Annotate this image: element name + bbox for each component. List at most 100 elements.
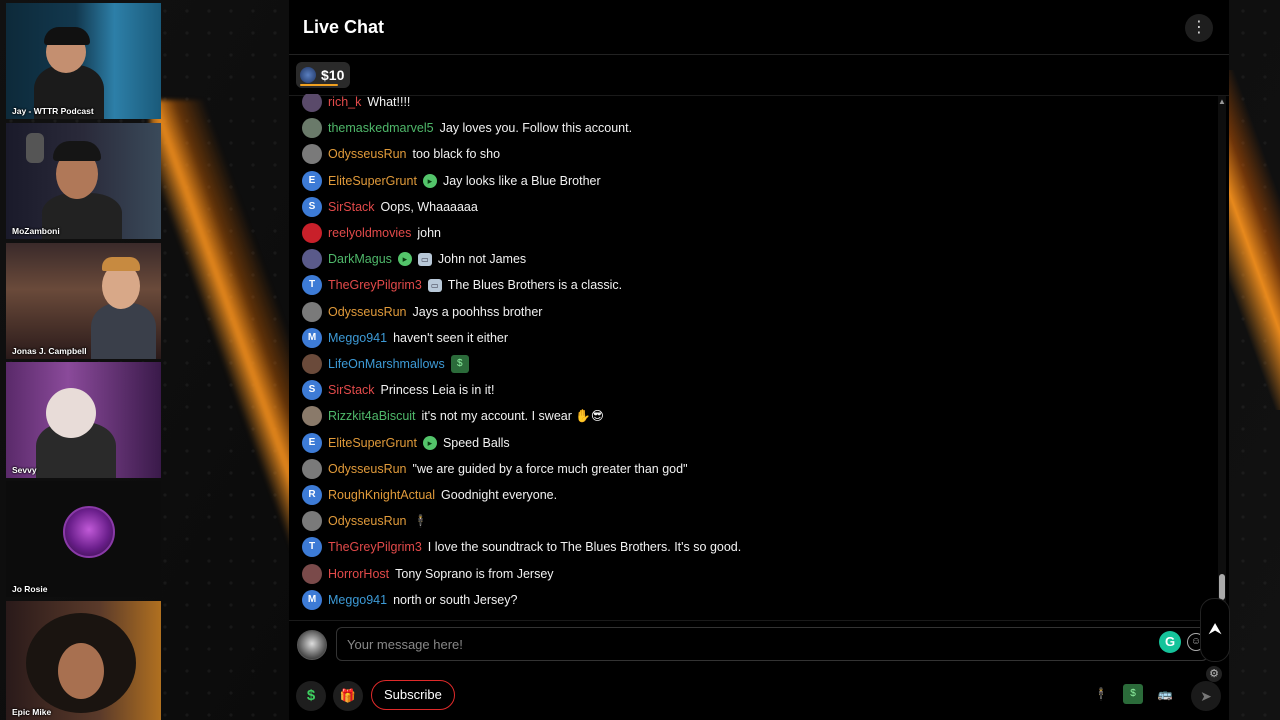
scroll-up-arrow-icon[interactable]: ▲: [1218, 98, 1226, 106]
gear-icon[interactable]: ⚙: [1206, 666, 1222, 682]
tip-bar: $10: [289, 55, 1229, 96]
username[interactable]: EliteSuperGrunt: [328, 436, 417, 450]
participant-strip: Jay - WTTR Podcast MoZamboni Jonas J. Ca…: [0, 0, 162, 720]
verified-badge-icon: ▸: [397, 252, 412, 266]
subscriber-badge-icon: ▭: [427, 278, 442, 292]
chat-title: Live Chat: [303, 17, 385, 37]
user-avatar[interactable]: S: [302, 197, 322, 217]
user-avatar[interactable]: [302, 564, 322, 584]
user-avatar[interactable]: [302, 302, 322, 322]
participant-tile-3[interactable]: Jonas J. Campbell: [6, 243, 161, 359]
message-input[interactable]: [336, 627, 1208, 661]
username[interactable]: Meggo941: [328, 593, 387, 607]
chat-message: rich_k What!!!!: [302, 94, 410, 114]
username[interactable]: DarkMagus: [328, 252, 392, 266]
user-avatar[interactable]: [302, 249, 322, 269]
username[interactable]: SirStack: [328, 383, 375, 397]
username[interactable]: OdysseusRun: [328, 305, 407, 319]
user-avatar[interactable]: E: [302, 171, 322, 191]
figure-emote-icon[interactable]: 🕴: [1091, 684, 1111, 704]
participant-tile-4[interactable]: Sevvy: [6, 362, 161, 478]
user-avatar[interactable]: S: [302, 380, 322, 400]
message-text: haven't seen it either: [393, 331, 509, 345]
more-vertical-icon[interactable]: ⋮: [1185, 14, 1213, 42]
chat-message: E EliteSuperGrunt ▸ Jay looks like a Blue B…: [302, 169, 601, 193]
chat-message: DarkMagus ▸ ▭ John not James: [302, 247, 526, 271]
chat-message: HorrorHost Tony Soprano is from Jersey: [302, 562, 554, 586]
user-avatar[interactable]: M: [302, 590, 322, 610]
chat-header: Live Chat ⋮: [289, 0, 1229, 55]
user-avatar[interactable]: E: [302, 433, 322, 453]
user-avatar[interactable]: [297, 630, 327, 660]
participant-name: Epic Mike: [12, 707, 52, 717]
username[interactable]: HorrorHost: [328, 567, 389, 581]
message-composer: G ☺: [289, 620, 1229, 669]
chat-message: OdysseusRun 🕴: [302, 509, 435, 533]
subscribe-button[interactable]: Subscribe: [371, 680, 455, 710]
jump-to-top-icon[interactable]: ⮝: [1200, 598, 1230, 662]
chat-message: E EliteSuperGrunt ▸ Speed Balls: [302, 431, 510, 455]
user-avatar[interactable]: T: [302, 537, 322, 557]
user-avatar[interactable]: [302, 406, 322, 426]
message-text: north or south Jersey?: [393, 593, 518, 607]
username[interactable]: LifeOnMarshmallows: [328, 357, 445, 371]
user-avatar[interactable]: R: [302, 485, 322, 505]
participant-tile-5[interactable]: Jo Rosie: [6, 481, 161, 597]
gift-icon[interactable]: 🎁: [333, 681, 363, 711]
participant-tile-6[interactable]: Epic Mike: [6, 601, 161, 720]
microphone: [26, 133, 44, 163]
vehicle-emote-icon[interactable]: 🚌: [1155, 684, 1175, 704]
money-emote-icon[interactable]: $: [1123, 684, 1143, 704]
user-avatar[interactable]: M: [302, 328, 322, 348]
username[interactable]: rich_k: [328, 95, 361, 109]
message-text: Oops, Whaaaaaa: [380, 200, 478, 214]
participant-name: Jay - WTTR Podcast: [12, 106, 94, 116]
user-avatar[interactable]: T: [302, 275, 322, 295]
chat-message: S SirStack Princess Leia is in it!: [302, 378, 494, 402]
chat-message: LifeOnMarshmallows $: [302, 352, 475, 376]
message-text: Speed Balls: [442, 436, 510, 450]
user-avatar[interactable]: [302, 459, 322, 479]
user-avatar[interactable]: [302, 118, 322, 138]
username[interactable]: OdysseusRun: [328, 147, 407, 161]
participant-tile-2[interactable]: MoZamboni: [6, 123, 161, 239]
username[interactable]: Rizzkit4aBiscuit: [328, 409, 416, 423]
chat-scrollbar[interactable]: ▲: [1218, 96, 1226, 616]
username[interactable]: Meggo941: [328, 331, 387, 345]
participant-name: Sevvy: [12, 465, 37, 475]
username[interactable]: reelyoldmovies: [328, 226, 411, 240]
username[interactable]: OdysseusRun: [328, 462, 407, 476]
scroll-thumb[interactable]: [1219, 574, 1225, 600]
tip-pill[interactable]: $10: [296, 62, 351, 88]
username[interactable]: EliteSuperGrunt: [328, 174, 417, 188]
message-text: Goodnight everyone.: [441, 488, 558, 502]
username[interactable]: TheGreyPilgrim3: [328, 278, 422, 292]
chat-message: themaskedmarvel5 Jay loves you. Follow th…: [302, 116, 632, 140]
user-avatar[interactable]: [302, 94, 322, 112]
user-avatar[interactable]: [302, 511, 322, 531]
send-icon[interactable]: ➤: [1191, 681, 1221, 711]
tip-dollar-button[interactable]: $: [296, 681, 326, 711]
cap: [44, 27, 90, 45]
user-avatar[interactable]: [302, 144, 322, 164]
message-text: Jay looks like a Blue Brother: [442, 174, 601, 188]
grammarly-icon[interactable]: G: [1159, 631, 1181, 653]
message-text: Princess Leia is in it!: [380, 383, 495, 397]
username[interactable]: TheGreyPilgrim3: [328, 540, 422, 554]
username[interactable]: OdysseusRun: [328, 514, 407, 528]
message-text: john: [417, 226, 442, 240]
message-text: it's not my account. I swear ✋😎: [421, 409, 604, 423]
participant-tile-1[interactable]: Jay - WTTR Podcast: [6, 3, 161, 119]
chat-message: T TheGreyPilgrim3 I love the soundtrack to…: [302, 535, 741, 559]
message-text: "we are guided by a force much greater t…: [412, 462, 688, 476]
chat-message: M Meggo941 north or south Jersey?: [302, 588, 517, 612]
user-avatar[interactable]: [302, 223, 322, 243]
username[interactable]: SirStack: [328, 200, 375, 214]
username[interactable]: themaskedmarvel5: [328, 121, 434, 135]
username[interactable]: RoughKnightActual: [328, 488, 435, 502]
tipper-avatar: [300, 67, 316, 83]
participant-name: Jonas J. Campbell: [12, 346, 87, 356]
person-silhouette: [91, 303, 156, 359]
user-avatar[interactable]: [302, 354, 322, 374]
chat-message: S SirStack Oops, Whaaaaaa: [302, 195, 478, 219]
